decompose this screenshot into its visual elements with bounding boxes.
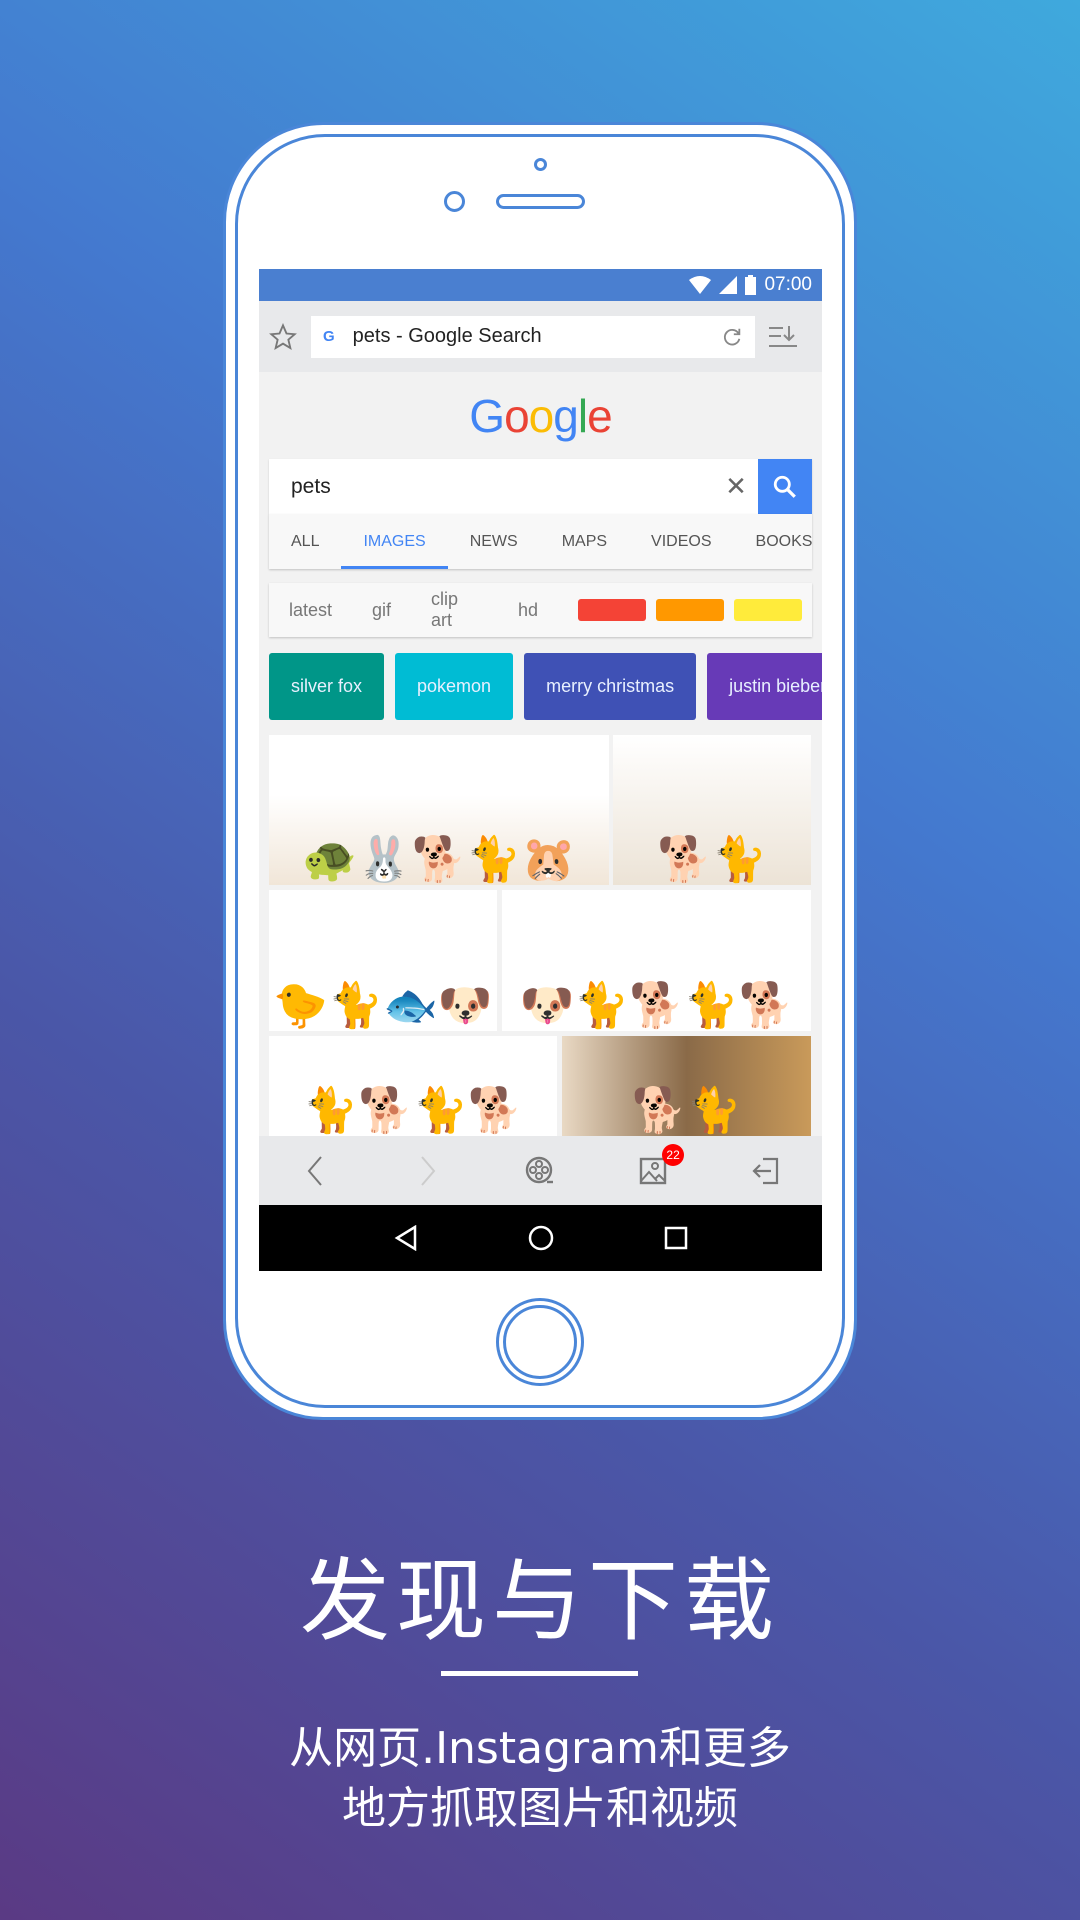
color-filter-swatch[interactable] xyxy=(734,599,802,621)
headline: 发现与下载 xyxy=(300,1549,780,1654)
home-button[interactable] xyxy=(496,1298,584,1386)
search-icon xyxy=(773,475,796,498)
image-result[interactable]: 🐈🐕🐈🐕 xyxy=(269,1036,557,1136)
filter-row: latest gif clip art hd xyxy=(269,583,812,637)
subtitle-line-1: 从网页.Instagram和更多 xyxy=(289,1723,791,1774)
film-reel-icon xyxy=(526,1156,554,1183)
logo-letter: G xyxy=(469,389,505,442)
image-result[interactable]: 🐕🐈 xyxy=(613,735,811,885)
search-tabs: ALL IMAGES NEWS MAPS VIDEOS BOOKS xyxy=(269,514,812,569)
clear-icon[interactable]: ✕ xyxy=(714,471,758,502)
tab-maps[interactable]: MAPS xyxy=(540,514,629,569)
bookmark-star-icon[interactable] xyxy=(269,322,297,351)
logo-letter: o xyxy=(528,389,555,442)
sensor-icon xyxy=(444,191,465,212)
logo-letter: e xyxy=(587,389,613,442)
status-time: 07:00 xyxy=(764,274,812,295)
related-chip[interactable]: justin bieber xyxy=(707,653,822,720)
logo-letter: l xyxy=(577,389,588,442)
related-chip[interactable]: silver fox xyxy=(269,653,385,720)
exit-button[interactable] xyxy=(741,1146,791,1196)
color-filter-swatch[interactable] xyxy=(578,599,646,621)
battery-icon xyxy=(745,275,757,295)
google-logo: Google xyxy=(259,372,822,459)
images-button[interactable]: 22 xyxy=(628,1143,685,1196)
google-favicon-icon: G xyxy=(323,328,335,345)
url-field[interactable]: G pets - Google Search xyxy=(311,315,755,358)
back-button[interactable] xyxy=(290,1146,340,1196)
tab-news[interactable]: NEWS xyxy=(448,514,540,569)
chevron-right-icon xyxy=(421,1155,436,1186)
image-result[interactable]: 🐤🐈🐟🐶 xyxy=(269,890,497,1031)
related-chip[interactable]: pokemon xyxy=(395,653,514,720)
camera-icon xyxy=(534,158,547,171)
image-count-badge: 22 xyxy=(662,1143,685,1166)
nav-home-icon[interactable] xyxy=(527,1224,555,1252)
url-title: pets - Google Search xyxy=(352,325,542,347)
logo-letter: o xyxy=(504,389,530,442)
color-filter-swatch[interactable] xyxy=(656,599,724,621)
filter-hd[interactable]: hd xyxy=(518,600,538,621)
nav-back-icon[interactable] xyxy=(394,1225,418,1251)
android-nav-bar xyxy=(259,1205,822,1271)
tab-images[interactable]: IMAGES xyxy=(341,514,448,569)
forward-button[interactable] xyxy=(403,1146,453,1196)
video-button[interactable] xyxy=(515,1146,565,1196)
nav-recents-icon[interactable] xyxy=(664,1226,688,1250)
filter-latest[interactable]: latest xyxy=(289,600,332,621)
status-bar: 07:00 xyxy=(259,269,822,301)
related-chip[interactable]: merry christmas xyxy=(524,653,697,720)
tab-books[interactable]: BOOKS xyxy=(734,514,822,569)
filter-clip-art[interactable]: clip art xyxy=(431,589,478,631)
image-result[interactable]: 🐶🐈🐕🐈🐕 xyxy=(502,890,811,1031)
divider xyxy=(441,1671,638,1676)
image-result[interactable]: 🐕🐈 xyxy=(562,1036,811,1136)
wifi-icon xyxy=(689,276,712,294)
filter-gif[interactable]: gif xyxy=(372,600,391,621)
speaker-icon xyxy=(496,194,585,209)
screen: 07:00 G pets - Google Search Google pets… xyxy=(259,269,822,1271)
search-button[interactable] xyxy=(758,459,812,514)
chevron-left-icon xyxy=(307,1155,323,1186)
url-toolbar: G pets - Google Search xyxy=(259,301,822,372)
tab-videos[interactable]: VIDEOS xyxy=(629,514,733,569)
related-chips: silver fox pokemon merry christmas justin b… xyxy=(269,653,822,720)
subtitle-line-2: 地方抓取图片和视频 xyxy=(342,1783,738,1834)
bottom-toolbar: 22 xyxy=(259,1136,822,1205)
exit-icon xyxy=(752,1157,778,1184)
search-box: pets ✕ xyxy=(269,459,812,514)
logo-letter: g xyxy=(553,389,579,442)
image-result[interactable]: 🐢🐰🐕🐈🐹 xyxy=(269,735,609,885)
tab-all[interactable]: ALL xyxy=(269,514,341,569)
search-input[interactable]: pets xyxy=(269,475,714,499)
download-list-icon[interactable] xyxy=(769,324,797,350)
signal-icon xyxy=(719,276,738,294)
reload-icon[interactable] xyxy=(721,326,743,348)
